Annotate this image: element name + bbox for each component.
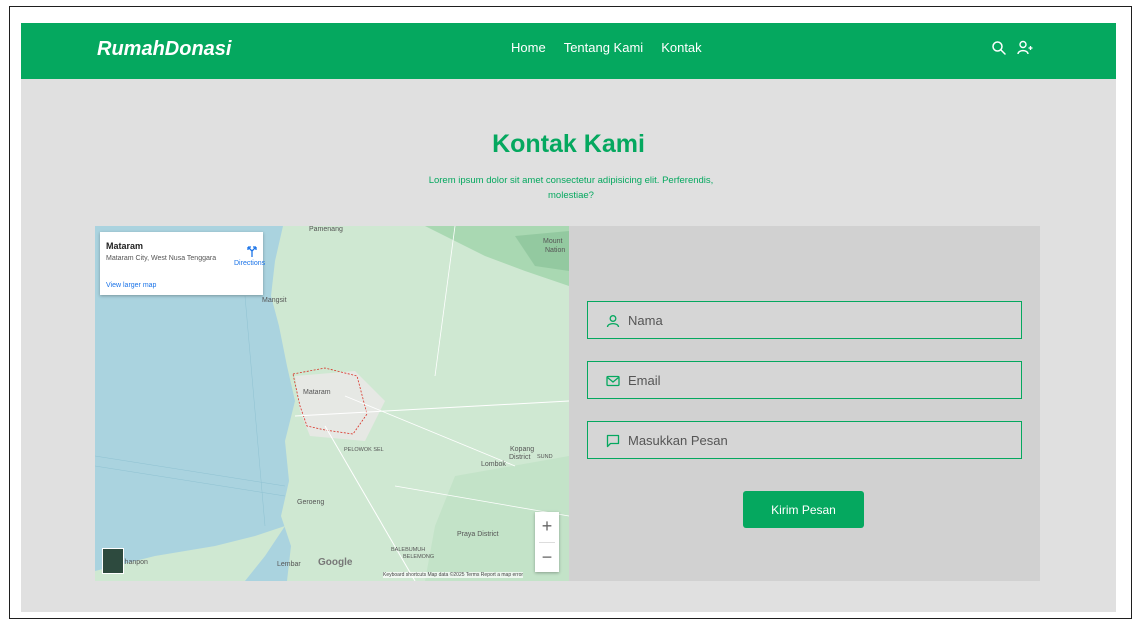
navbar: RumahDonasi Home Tentang Kami Kontak [21, 23, 1116, 79]
map-label-pelowok: PELOWOK SEL [344, 447, 384, 453]
email-field [587, 361, 1022, 399]
map-label-sund: SUND [537, 454, 553, 460]
map-label-kopang: Kopang [510, 446, 535, 453]
embedded-map[interactable]: Pamenang Mount Nation Mangsit Mataram PE… [95, 226, 569, 581]
view-larger-map-link[interactable]: View larger map [106, 282, 156, 289]
map-label-ihanpon: ihanpon [123, 559, 148, 566]
brand-logo[interactable]: RumahDonasi [97, 38, 231, 61]
nav-links: Home Tentang Kami Kontak [511, 40, 702, 55]
google-logo: Google [318, 557, 353, 568]
map-label-balebumuh: BALEBUMUH [391, 547, 426, 553]
mail-icon [606, 374, 620, 388]
map-place-address: Mataram City, West Nusa Tenggara [106, 255, 217, 262]
page-subtitle: Lorem ipsum dolor sit amet consectetur a… [428, 175, 714, 201]
send-message-button[interactable]: Kirim Pesan [743, 491, 864, 528]
message-input[interactable] [628, 422, 1008, 458]
map-label-mataram: Mataram [303, 389, 331, 396]
map-label-mount: Mount [543, 238, 563, 245]
contact-form-panel: Kirim Pesan [569, 226, 1040, 581]
map-attribution[interactable]: Keyboard shortcuts Map data ©2025 Terms … [383, 572, 524, 578]
map-zoom-control: + − [535, 512, 559, 572]
zoom-out-button[interactable]: − [535, 543, 559, 572]
name-field [587, 301, 1022, 339]
map-label-lombok: Lombok [481, 461, 506, 468]
directions-icon[interactable] [246, 244, 258, 257]
page: RumahDonasi Home Tentang Kami Kontak Kon… [21, 23, 1116, 612]
user-add-icon[interactable] [1016, 39, 1034, 57]
map-label-district: District [509, 454, 531, 461]
page-title: Kontak Kami [492, 130, 645, 158]
message-field [587, 421, 1022, 459]
map-satellite-thumbnail[interactable] [102, 548, 124, 574]
search-icon[interactable] [990, 39, 1008, 57]
user-icon [606, 314, 620, 328]
directions-link[interactable]: Directions [234, 260, 265, 267]
nav-link-tentang-kami[interactable]: Tentang Kami [564, 40, 644, 55]
zoom-in-button[interactable]: + [535, 512, 559, 541]
map-place-name: Mataram [106, 241, 144, 251]
map-label-pamenang: Pamenang [309, 226, 343, 233]
email-input[interactable] [628, 362, 1008, 398]
nav-link-kontak[interactable]: Kontak [661, 40, 701, 55]
name-input[interactable] [628, 302, 1008, 338]
chat-icon [606, 434, 620, 448]
map-label-belemong: BELEMONG [403, 554, 435, 560]
map-label-geroeng: Geroeng [297, 499, 325, 506]
map-label-lembar: Lembar [277, 561, 301, 568]
nav-link-home[interactable]: Home [511, 40, 546, 55]
nav-icons [990, 39, 1034, 57]
map-label-nation: Nation [545, 247, 566, 254]
map-info-card: Mataram Mataram City, West Nusa Tenggara… [100, 232, 265, 295]
map-label-praya: Praya District [457, 531, 499, 538]
map-label-mangsit: Mangsit [262, 297, 287, 304]
